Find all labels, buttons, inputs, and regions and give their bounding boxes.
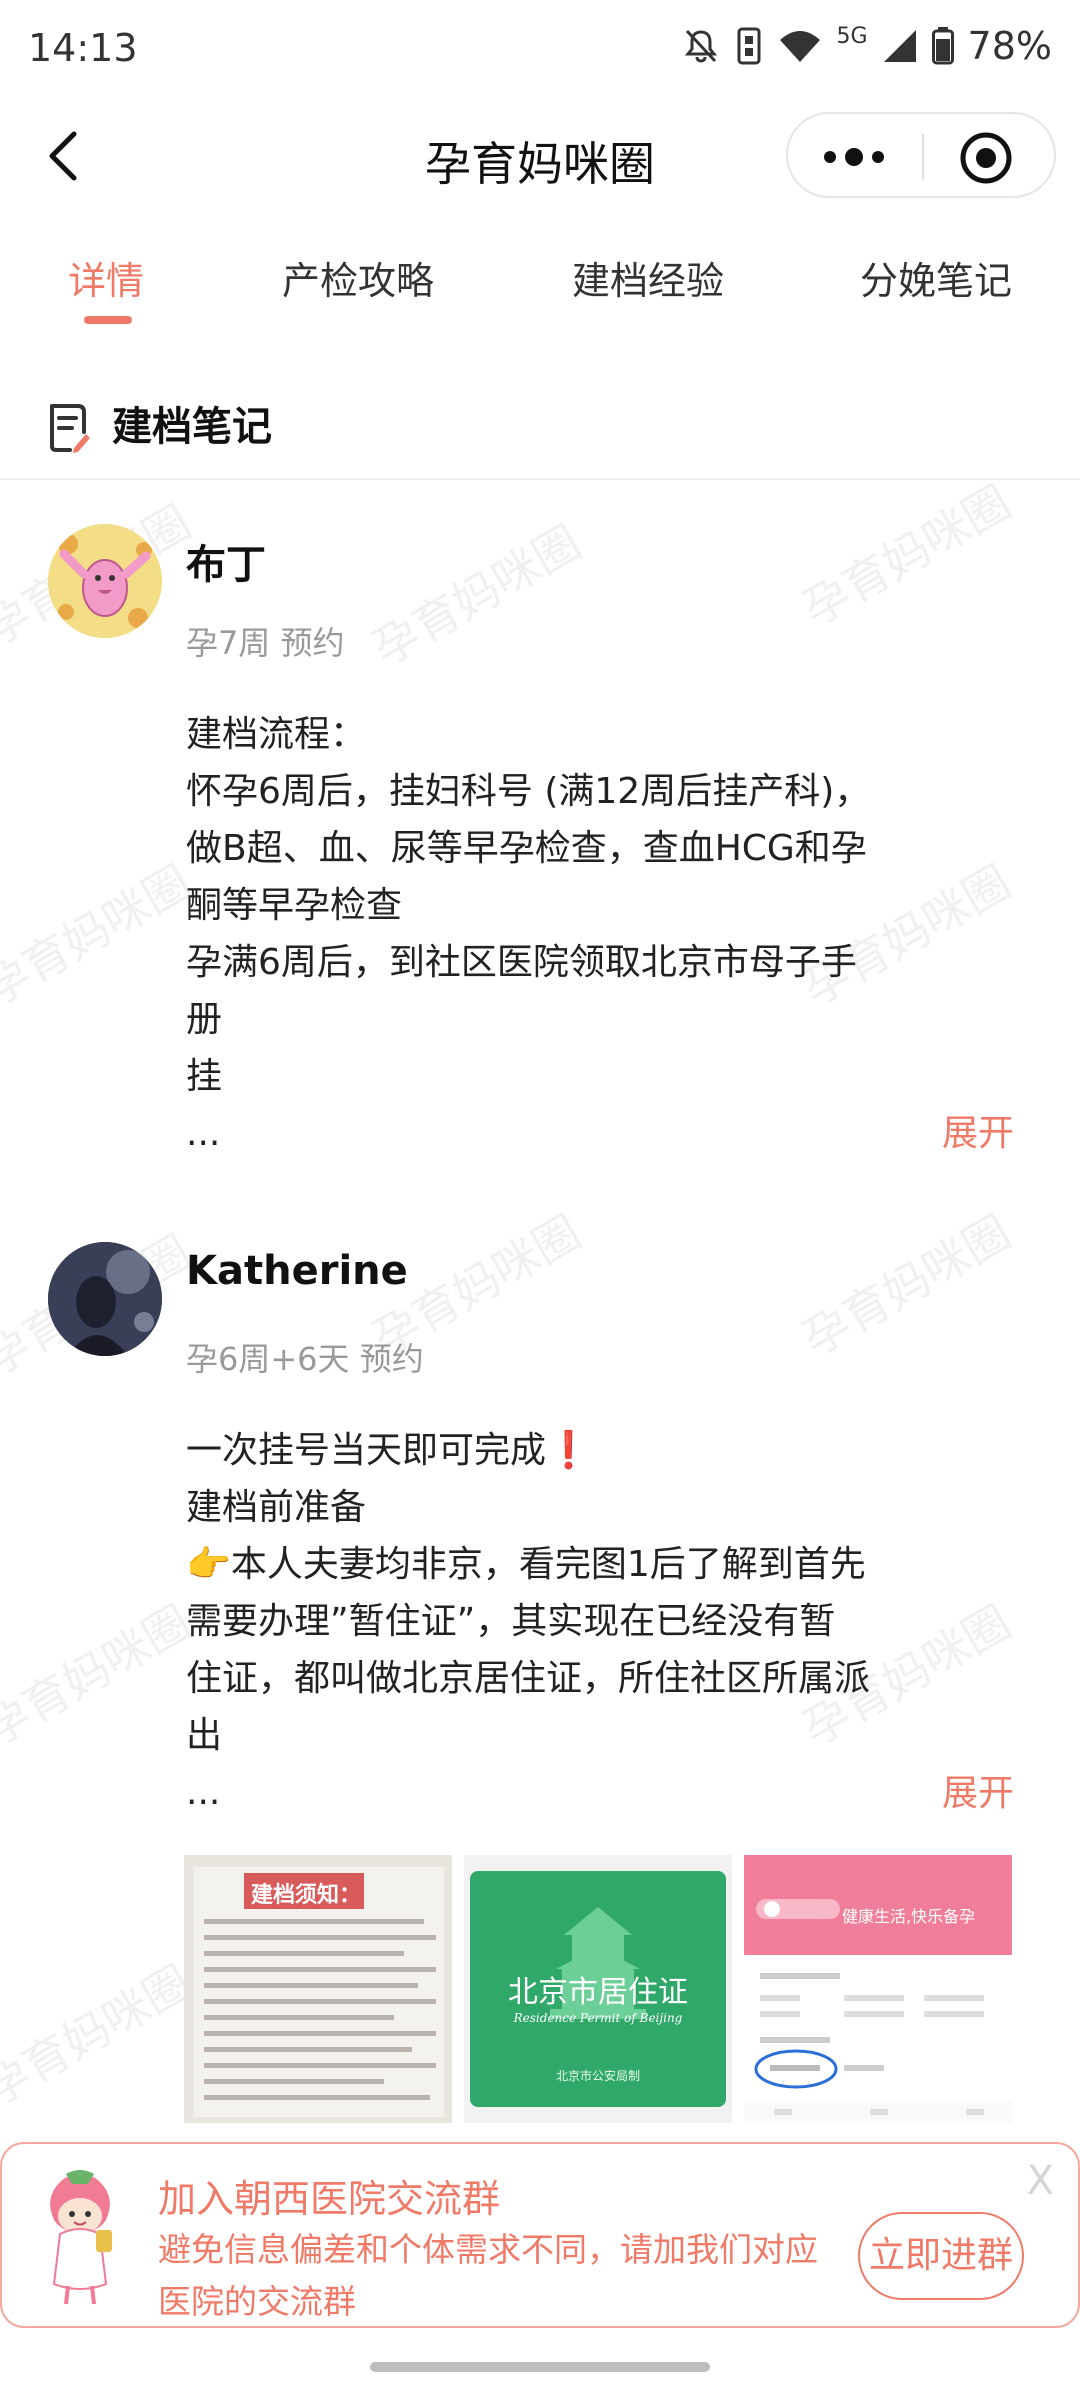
app-banner-text: 健康生活,快乐备孕	[842, 1907, 976, 1926]
post-line: 建档流程：	[186, 714, 367, 755]
post-author[interactable]: 布丁	[186, 532, 266, 590]
post-meta: 孕7周 预约	[186, 624, 345, 662]
section-header: 建档笔记	[0, 380, 1080, 480]
banner-title: 加入朝西医院交流群	[158, 2177, 501, 2221]
battery-icon	[931, 27, 954, 65]
post-line: ...	[186, 1113, 221, 1154]
tab-delivery-notes[interactable]: 分娩笔记	[860, 250, 1012, 305]
watermark: 孕育妈咪圈	[0, 854, 200, 1017]
post-image[interactable]: 健康生活,快乐备孕	[744, 1855, 1012, 2123]
section-title: 建档笔记	[112, 404, 272, 450]
status-time: 14:13	[28, 26, 138, 70]
mini-program-capsule	[786, 112, 1056, 198]
note-icon	[50, 404, 90, 453]
capsule-divider	[922, 134, 924, 180]
post-line: 需要办理”暂住证”，其实现在已经没有暂	[186, 1601, 836, 1642]
status-icons: 5G 78%	[682, 24, 1052, 68]
tab-prenatal-guide[interactable]: 产检攻略	[282, 250, 434, 305]
tab-details[interactable]: 详情	[68, 250, 144, 305]
watermark: 孕育妈咪圈	[363, 514, 590, 677]
avatar-cartoon-image	[48, 524, 162, 638]
post-line: 做B超、血、尿等早孕检查，查血HCG和孕	[186, 828, 867, 869]
status-bar: 14:13 5G 78%	[0, 0, 1080, 100]
watermark: 孕育妈咪圈	[793, 474, 1020, 637]
signal-icon	[883, 30, 916, 62]
tab-registration-experience[interactable]: 建档经验	[572, 250, 724, 305]
home-indicator[interactable]	[370, 2362, 710, 2372]
watermark: 孕育妈咪圈	[0, 1954, 200, 2117]
post-line: 怀孕6周后，挂妇科号 (满12周后挂产科)，	[186, 771, 871, 812]
avatar[interactable]	[48, 524, 162, 638]
close-icon[interactable]: X	[1027, 2158, 1054, 2204]
post-content[interactable]: 建档流程： 怀孕6周后，挂妇科号 (满12周后挂产科)， 做B超、血、尿等早孕检…	[186, 706, 946, 1162]
nav-bar: 孕育妈咪圈	[0, 100, 1080, 212]
post-line: 一次挂号当天即可完成❗	[186, 1430, 591, 1471]
banner-description: 避免信息偏差和个体需求不同，请加我们对应医院的交流群	[158, 2230, 818, 2321]
post-line: 出	[186, 1715, 223, 1756]
watermark: 孕育妈咪圈	[793, 1204, 1020, 1367]
more-options-icon[interactable]	[818, 140, 890, 174]
post-line: 挂	[186, 1056, 223, 1097]
permit-title: 北京市居住证	[508, 1975, 688, 2010]
post-line: ...	[186, 1772, 221, 1813]
battery-percentage: 78%	[967, 24, 1052, 68]
permit-issuer: 北京市公安局制	[555, 2069, 640, 2083]
post-image[interactable]: 北京市居住证 Residence Permit of Beijing 北京市公安…	[464, 1855, 732, 2123]
post-line: 酮等早孕检查	[186, 885, 403, 926]
post-image-gallery: 建档须知： 北京市居住证 Residence Permit of Beijing…	[184, 1855, 1014, 2123]
close-mini-program-icon[interactable]	[958, 130, 1014, 186]
post-line: 👉本人夫妻均非京，看完图1后了解到首先	[186, 1544, 866, 1585]
wifi-icon	[780, 31, 821, 62]
join-group-button[interactable]: 立即进群	[858, 2212, 1024, 2300]
tab-bar: 详情 产检攻略 建档经验 分娩笔记	[0, 250, 1080, 340]
post-author[interactable]: Katherine	[186, 1248, 408, 1294]
mascot-icon	[50, 2170, 112, 2305]
avatar[interactable]	[48, 1242, 162, 1356]
active-tab-indicator	[84, 316, 132, 324]
app-screenshot-image	[744, 1855, 1012, 2123]
group-invite-banner: 加入朝西医院交流群 避免信息偏差和个体需求不同，请加我们对应医院的交流群 X 立…	[0, 2142, 1080, 2328]
permit-subtitle: Residence Permit of Beijing	[513, 2011, 683, 2025]
post-meta: 孕6周+6天 预约	[186, 1340, 424, 1378]
post-line: 住证，都叫做北京居住证，所住社区所属派	[186, 1658, 871, 1699]
post-line: 建档前准备	[186, 1487, 367, 1528]
watermark: 孕育妈咪圈	[0, 1594, 200, 1757]
vibrate-icon	[737, 27, 761, 65]
post-image[interactable]: 建档须知：	[184, 1855, 452, 2123]
network-label: 5G	[836, 24, 868, 49]
expand-button[interactable]: 展开	[942, 1104, 1014, 1156]
post-line: 孕满6周后，到社区医院领取北京市母子手	[186, 942, 857, 983]
notice-title: 建档须知：	[250, 1883, 361, 1908]
mute-bell-icon	[685, 29, 718, 63]
avatar-photo-image	[48, 1242, 162, 1356]
post-content[interactable]: 一次挂号当天即可完成❗ 建档前准备 👉本人夫妻均非京，看完图1后了解到首先 需要…	[186, 1422, 946, 1821]
expand-button[interactable]: 展开	[942, 1764, 1014, 1816]
post-line: 册	[186, 999, 223, 1040]
